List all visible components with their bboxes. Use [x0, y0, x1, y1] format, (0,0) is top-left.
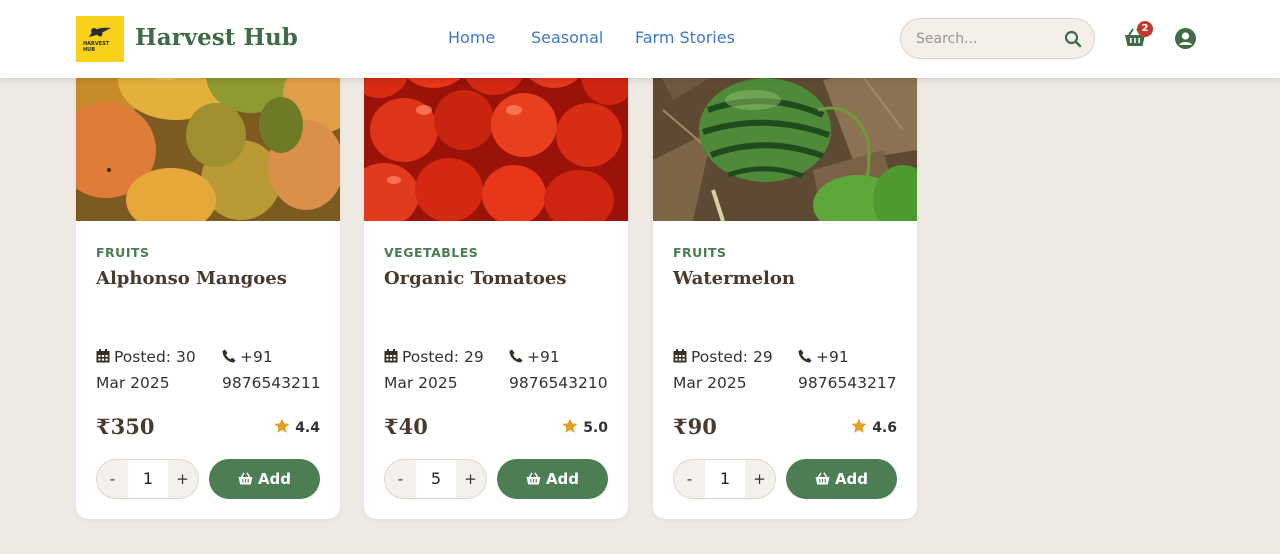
phone-icon [509, 349, 523, 363]
quantity-value[interactable]: 1 [128, 460, 168, 498]
calendar-icon [96, 349, 110, 363]
phone-line-1: +91 [816, 348, 849, 366]
nav-seasonal[interactable]: Seasonal [531, 28, 603, 47]
nav-home[interactable]: Home [448, 28, 495, 47]
quantity-stepper: - 1 + [673, 459, 776, 499]
product-card[interactable]: VEGETABLES Organic Tomatoes Posted: 29 M… [364, 40, 628, 519]
posted-line-1: Posted: 29 [402, 348, 484, 366]
product-price: ₹350 [96, 414, 155, 439]
product-card[interactable]: FRUITS Watermelon Posted: 29 Mar 2025 +9… [653, 40, 917, 519]
product-category: FRUITS [673, 245, 727, 260]
star-icon [562, 418, 578, 433]
posted-date: Posted: 29 Mar 2025 [673, 344, 773, 396]
decrease-quantity-button[interactable]: - [97, 460, 128, 498]
quantity-value[interactable]: 5 [416, 460, 456, 498]
product-rating: 5.0 [562, 418, 608, 436]
rating-value: 4.4 [295, 420, 320, 436]
basket-icon [526, 472, 541, 485]
add-button-label: Add [834, 470, 869, 488]
decrease-quantity-button[interactable]: - [385, 460, 416, 498]
posted-date: Posted: 29 Mar 2025 [384, 344, 484, 396]
rating-value: 4.6 [872, 420, 897, 436]
quantity-value[interactable]: 1 [705, 460, 745, 498]
quantity-stepper: - 1 + [96, 459, 199, 499]
add-button-label: Add [545, 470, 580, 488]
nav-farm-stories[interactable]: Farm Stories [635, 28, 735, 47]
star-icon [851, 418, 867, 433]
add-to-cart-button[interactable]: Add [209, 459, 320, 499]
posted-line-1: Posted: 30 [114, 348, 196, 366]
product-category: VEGETABLES [384, 245, 479, 260]
logo-text: HARVEST HUB [83, 41, 110, 53]
user-circle-icon[interactable] [1175, 28, 1196, 49]
phone-icon [798, 349, 812, 363]
increase-quantity-button[interactable]: + [167, 460, 198, 498]
phone-number: +91 9876543211 [222, 344, 321, 396]
calendar-icon [384, 349, 398, 363]
decrease-quantity-button[interactable]: - [674, 460, 705, 498]
logo[interactable]: HARVEST HUB [76, 16, 124, 62]
search-icon[interactable] [1064, 30, 1082, 48]
phone-number: +91 9876543210 [509, 344, 608, 396]
phone-line-1: +91 [527, 348, 560, 366]
search-input[interactable] [916, 29, 1056, 49]
posted-date: Posted: 30 Mar 2025 [96, 344, 196, 396]
increase-quantity-button[interactable]: + [744, 460, 775, 498]
phone-line-2: 9876543217 [798, 374, 897, 392]
posted-line-2: Mar 2025 [673, 374, 747, 392]
product-rating: 4.4 [274, 418, 320, 436]
product-name[interactable]: Watermelon [673, 268, 795, 289]
add-to-cart-button[interactable]: Add [497, 459, 608, 499]
product-name[interactable]: Alphonso Mangoes [96, 268, 287, 289]
phone-number: +91 9876543217 [798, 344, 897, 396]
posted-line-1: Posted: 29 [691, 348, 773, 366]
basket-icon [815, 472, 830, 485]
basket-icon [238, 472, 253, 485]
rating-value: 5.0 [583, 420, 608, 436]
product-rating: 4.6 [851, 418, 897, 436]
phone-icon [222, 349, 236, 363]
site-header: HARVEST HUB Harvest Hub Home Seasonal Fa… [0, 0, 1280, 78]
phone-line-2: 9876543210 [509, 374, 608, 392]
leaf-logo-icon [89, 27, 111, 37]
posted-line-2: Mar 2025 [384, 374, 458, 392]
add-button-label: Add [257, 470, 292, 488]
product-price: ₹90 [673, 414, 717, 439]
phone-line-1: +91 [240, 348, 273, 366]
quantity-stepper: - 5 + [384, 459, 487, 499]
search-bar [900, 18, 1095, 59]
product-category: FRUITS [96, 245, 150, 260]
phone-line-2: 9876543211 [222, 374, 321, 392]
add-to-cart-button[interactable]: Add [786, 459, 897, 499]
product-price: ₹40 [384, 414, 428, 439]
star-icon [274, 418, 290, 433]
product-card[interactable]: FRUITS Alphonso Mangoes Posted: 30 Mar 2… [76, 40, 340, 519]
increase-quantity-button[interactable]: + [455, 460, 486, 498]
calendar-icon [673, 349, 687, 363]
product-name[interactable]: Organic Tomatoes [384, 268, 567, 289]
cart-count-badge: 2 [1137, 21, 1153, 37]
posted-line-2: Mar 2025 [96, 374, 170, 392]
brand-name[interactable]: Harvest Hub [135, 24, 298, 51]
